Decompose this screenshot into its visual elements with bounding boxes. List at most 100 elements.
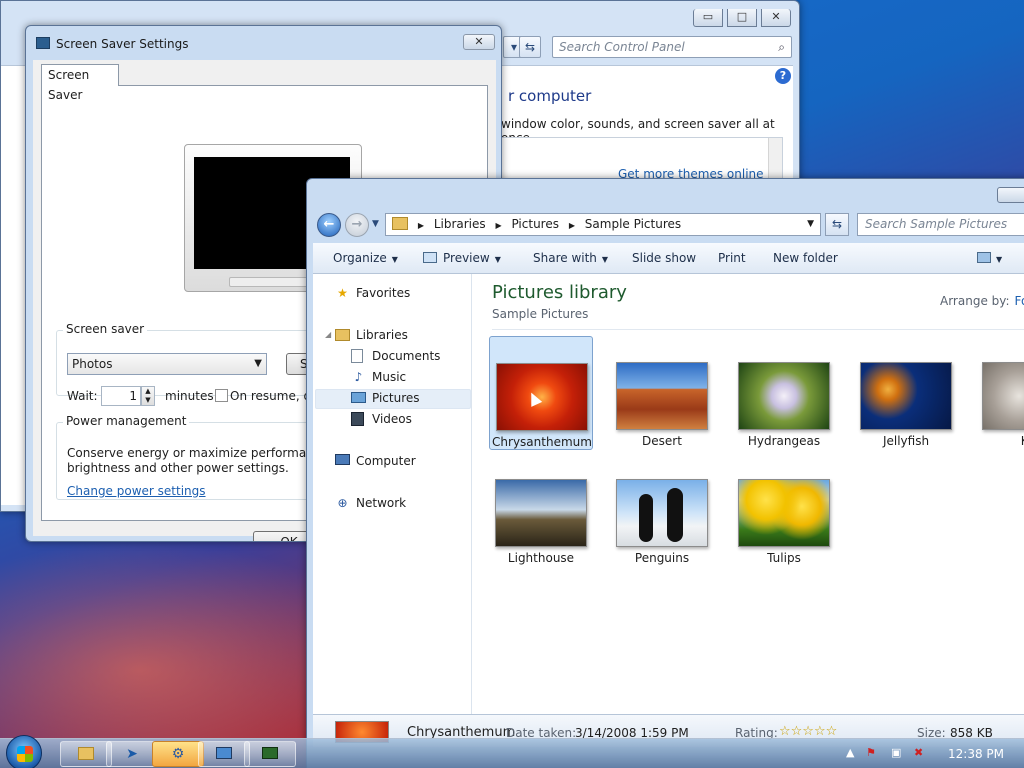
network-icon: ⊕ xyxy=(337,496,348,510)
tulips-thumbnail xyxy=(738,479,830,547)
folder-icon xyxy=(78,747,94,760)
nav-libraries[interactable]: ◢ Libraries xyxy=(325,325,408,345)
power-description-2: brightness and other power settings. xyxy=(67,461,289,475)
breadcrumb-libraries[interactable]: Libraries xyxy=(434,214,486,235)
documents-icon xyxy=(351,349,363,363)
hydrangeas-thumbnail xyxy=(738,362,830,430)
view-options-button[interactable]: ▼ xyxy=(977,251,1002,265)
chevron-down-icon: ▼ xyxy=(254,358,262,369)
chrysanthemum-thumbnail xyxy=(496,363,588,431)
group-label: Power management xyxy=(63,414,190,428)
view-icon xyxy=(977,252,991,263)
monitor-icon xyxy=(262,747,278,759)
file-item[interactable]: Penguins xyxy=(610,453,714,567)
close-button[interactable]: ✕ xyxy=(463,34,495,50)
chevron-down-icon[interactable]: ▼ xyxy=(807,214,814,235)
page-title: r computer xyxy=(508,87,592,105)
arrange-by-value[interactable]: Fo xyxy=(1015,294,1024,308)
preview-icon xyxy=(423,252,437,263)
share-with-button[interactable]: Share with ▼ xyxy=(533,251,608,265)
system-clock[interactable]: 12:38 PM xyxy=(948,747,1004,761)
nav-documents[interactable]: Documents xyxy=(351,346,440,366)
refresh-button[interactable]: ⇆ xyxy=(519,36,541,58)
minimize-button[interactable]: ▭ xyxy=(693,9,723,27)
back-button[interactable]: ← xyxy=(317,213,341,237)
forward-button[interactable]: → xyxy=(345,213,369,237)
file-item[interactable]: Chrysanthemum xyxy=(489,336,593,450)
tab-screen-saver[interactable]: Screen Saver xyxy=(41,64,119,102)
command-bar: Organize ▼ Preview ▼ Share with ▼ Slide sho… xyxy=(313,243,1024,274)
wait-minutes-input[interactable]: 1 xyxy=(101,386,141,406)
library-subtitle: Sample Pictures xyxy=(492,307,589,321)
file-name: Hydrangeas xyxy=(747,434,821,448)
file-item[interactable]: Tulips xyxy=(732,453,836,567)
search-input[interactable]: Search Sample Pictures xyxy=(857,213,1024,236)
slide-show-button[interactable]: Slide show xyxy=(632,251,696,265)
minutes-label: minutes xyxy=(165,389,214,403)
network-status-icon[interactable]: ▣ xyxy=(891,746,901,759)
preview-button[interactable]: Preview ▼ xyxy=(423,251,501,265)
search-input[interactable]: Search Control Panel ⌕ xyxy=(552,36,792,58)
nav-music[interactable]: ♪ Music xyxy=(351,367,407,387)
display-icon xyxy=(36,37,50,49)
arrange-by[interactable]: Arrange by:Fo xyxy=(940,294,1024,308)
new-folder-button[interactable]: New folder xyxy=(773,251,838,265)
file-name: Penguins xyxy=(634,551,690,565)
action-center-icon[interactable]: ⚑ xyxy=(866,746,876,759)
taskbar-media-button[interactable]: ➤ xyxy=(106,741,158,767)
show-hidden-icons-button[interactable]: ▲ xyxy=(846,746,854,759)
file-item[interactable]: Jellyfish xyxy=(854,336,958,450)
file-item[interactable]: Hydrangeas xyxy=(732,336,836,450)
folder-icon xyxy=(392,217,408,230)
taskbar-explorer-button[interactable] xyxy=(60,741,112,767)
pictures-icon xyxy=(351,392,366,403)
file-name: Chrysanthemum xyxy=(492,435,592,449)
file-name: Tulips xyxy=(767,551,801,565)
taskbar-display-button[interactable] xyxy=(198,741,250,767)
explorer-window[interactable]: ← → ▼ ▶ Libraries ▶ Pictures ▶ Sample Pi… xyxy=(306,178,1024,768)
print-button[interactable]: Print xyxy=(718,251,746,265)
minimize-button[interactable] xyxy=(997,187,1024,203)
navigation-bar: ← → ▼ ▶ Libraries ▶ Pictures ▶ Sample Pi… xyxy=(307,210,1024,240)
close-button[interactable]: ✕ xyxy=(761,9,791,27)
address-bar[interactable]: ▶ Libraries ▶ Pictures ▶ Sample Pictures… xyxy=(385,213,821,236)
explorer-main: ★ Favorites ◢ Libraries Documents ♪ Music … xyxy=(313,274,1024,714)
taskbar-control-panel-button[interactable]: ⚙ xyxy=(152,741,204,767)
breadcrumb-pictures[interactable]: Pictures xyxy=(511,214,559,235)
nav-favorites[interactable]: ★ Favorites xyxy=(335,283,410,303)
volume-muted-icon[interactable]: ✖ xyxy=(914,746,923,759)
windows-logo-icon xyxy=(17,746,33,762)
file-item[interactable]: Lighthouse xyxy=(489,453,593,567)
organize-button[interactable]: Organize ▼ xyxy=(333,251,398,265)
nav-computer[interactable]: Computer xyxy=(335,451,416,471)
start-button[interactable] xyxy=(6,735,42,768)
help-icon[interactable]: ? xyxy=(775,68,791,84)
group-label: Screen saver xyxy=(63,322,148,336)
breadcrumb-sample-pictures[interactable]: Sample Pictures xyxy=(585,214,681,235)
change-power-settings-link[interactable]: Change power settings xyxy=(67,484,206,498)
file-item[interactable]: Ko xyxy=(976,336,1024,450)
recent-pages-icon[interactable]: ▼ xyxy=(372,219,379,229)
koala-thumbnail xyxy=(982,362,1024,430)
refresh-button[interactable]: ⇆ xyxy=(825,213,849,236)
nav-pictures[interactable]: Pictures xyxy=(351,388,420,408)
taskbar: ➤ ⚙ ▲ ⚑ ▣ ✖ 12:38 PM xyxy=(0,735,1024,768)
nav-videos[interactable]: Videos xyxy=(351,409,412,429)
expand-arrow-icon[interactable]: ◢ xyxy=(325,325,331,345)
divider xyxy=(492,329,1024,330)
library-title: Pictures library xyxy=(492,282,627,303)
navigation-pane: ★ Favorites ◢ Libraries Documents ♪ Music … xyxy=(313,274,472,714)
scrollbar[interactable] xyxy=(768,138,782,180)
file-name: Jellyfish xyxy=(882,434,930,448)
taskbar-screensaver-button[interactable] xyxy=(244,741,296,767)
rating-stars[interactable]: ☆☆☆☆☆ xyxy=(779,724,837,739)
screen-saver-select[interactable]: Photos ▼ xyxy=(67,353,267,375)
maximize-button[interactable]: □ xyxy=(727,9,757,27)
music-icon: ♪ xyxy=(354,370,363,384)
on-resume-checkbox[interactable] xyxy=(215,389,228,402)
wait-stepper[interactable]: ▲ ▼ xyxy=(141,386,155,406)
themes-list[interactable]: Get more themes online xyxy=(501,137,783,181)
nav-network[interactable]: ⊕ Network xyxy=(335,493,406,513)
file-item[interactable]: Desert xyxy=(610,336,714,450)
libraries-icon xyxy=(335,329,350,341)
